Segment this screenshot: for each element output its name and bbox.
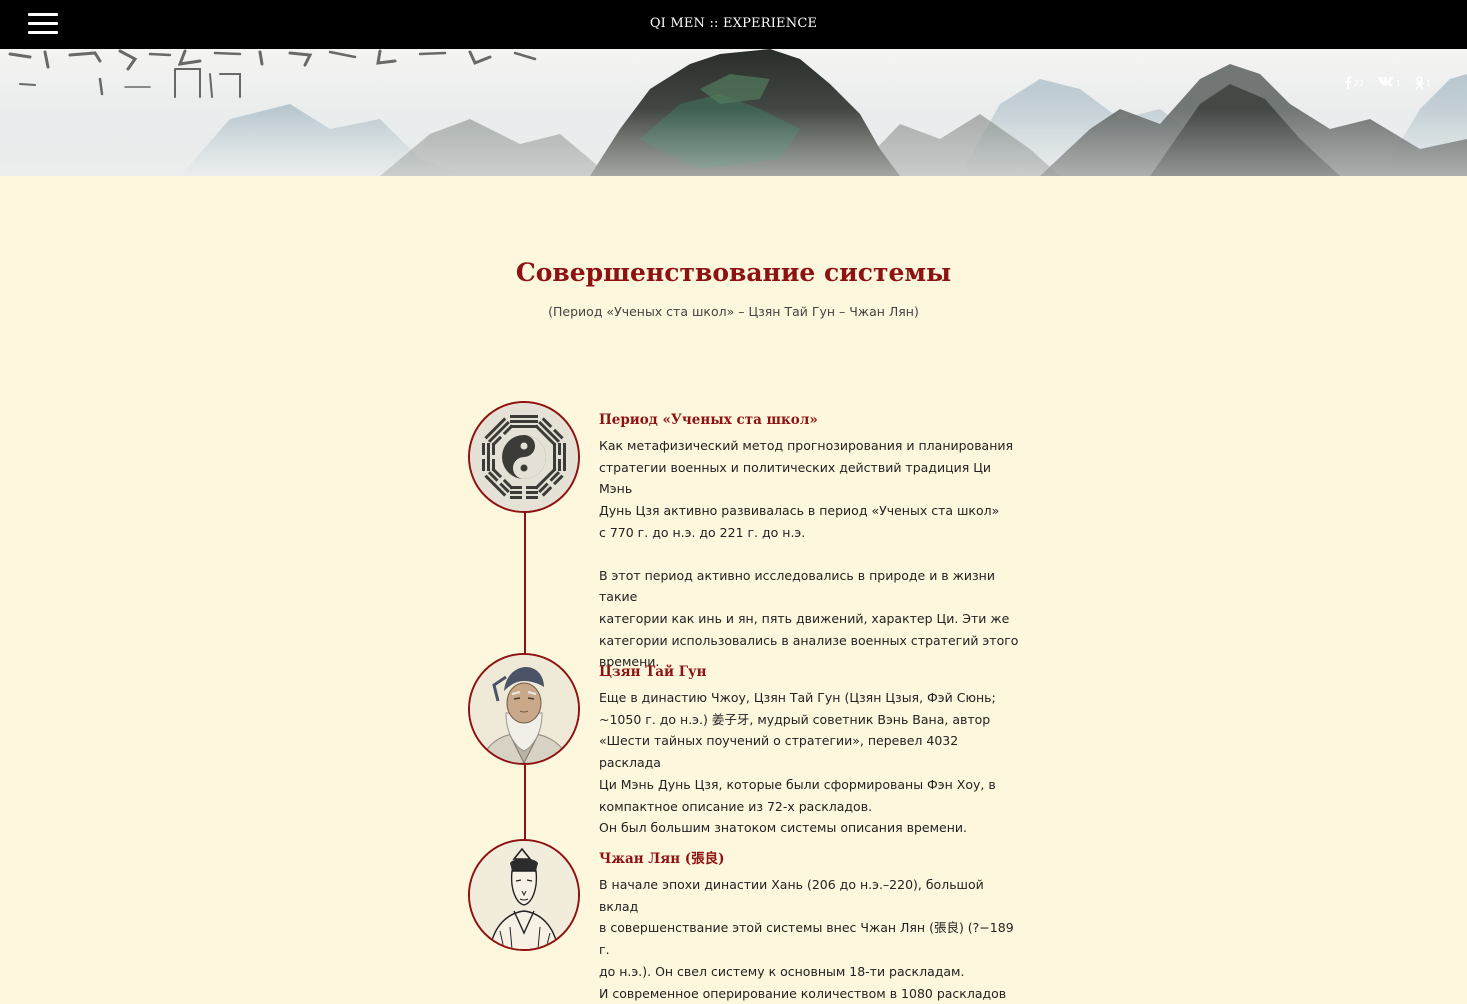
scholar-portrait-icon [468,839,580,951]
vk-icon [1378,77,1394,86]
section-subtitle: (Период «Ученых ста школ» – Цзян Тай Гун… [548,304,919,319]
ink-landscape-painting [0,49,1467,176]
facebook-share-button[interactable]: 22 [1344,76,1364,90]
text-line: И современное оперирование количеством в… [599,985,1007,1001]
odnoklassniki-share-button[interactable]: 1 [1415,76,1431,90]
text-line: ~1050 г. до н.э.) 姜子牙, мудрый советник В… [599,711,991,727]
facebook-icon [1344,76,1352,89]
text-line: Он был большим знатоком системы описания… [599,820,967,836]
text-line: до н.э.). Он свел систему к основным 18-… [599,963,965,979]
text-line: В начале эпохи династии Хань (206 до н.э… [599,877,984,914]
text-line: в совершенствание этой системы внес Чжан… [599,920,1014,958]
timeline-item: Период «Ученых ста школ» Как метафизичес… [599,411,1019,673]
text-line: «Шести тайных поучений о стратегии», пер… [599,733,959,771]
top-bar: QI MEN :: EXPERIENCE [0,0,1467,49]
odnoklassniki-share-count: 1 [1425,79,1431,88]
text-line: с 770 г. до н.э. до 221 г. до н.э. [599,524,806,540]
text-line: категории как инь и ян, пять движений, х… [599,610,1010,626]
text-line: Еще в династию Чжоу, Цзян Тай Гун (Цзян … [599,690,996,705]
yin-yang-bagua-icon [468,401,580,513]
social-share-bar: 22 1 1 [1344,76,1431,90]
timeline-item-paragraph: В этот период активно исследовались в пр… [599,565,1019,674]
section-title: Совершенствование системы [515,258,952,287]
timeline-item: Чжан Лян (張良) В начале эпохи династии Ха… [599,850,1019,1004]
sage-portrait-icon [468,653,580,765]
facebook-share-count: 22 [1353,79,1364,88]
text-line: категории использовались в анализе военн… [599,632,1019,648]
odnoklassniki-icon [1415,76,1424,90]
menu-line [28,31,58,34]
site-title[interactable]: QI MEN :: EXPERIENCE [0,16,1467,31]
timeline-item: Цзян Тай Гун Еще в династию Чжоу, Цзян Т… [599,663,1019,839]
timeline-item-paragraph: Еще в династию Чжоу, Цзян Тай Гун (Цзян … [599,687,1019,839]
text-line: Дунь Цзя активно развивалась в период «У… [599,503,1000,519]
timeline-item-paragraph: В начале эпохи династии Хань (206 до н.э… [599,874,1019,1004]
timeline-item-paragraph: Как метафизический метод прогнозирования… [599,435,1019,544]
vk-share-button[interactable]: 1 [1378,76,1401,90]
timeline-item-title: Период «Ученых ста школ» [599,412,818,428]
text-line: стратегии военных и политических действи… [599,459,992,497]
text-line: Ци Мэнь Дунь Цзя, которые были сформиров… [599,776,996,792]
timeline-item-title: Чжан Лян (張良) [599,851,725,867]
text-line: компактное описание из 72-х раскладов. [599,798,873,814]
text-line: Как метафизический метод прогнозирования… [599,438,1014,453]
vk-share-count: 1 [1395,79,1401,88]
header-banner-image [0,49,1467,176]
timeline-item-title: Цзян Тай Гун [599,664,707,680]
text-line: В этот период активно исследовались в пр… [599,567,995,605]
